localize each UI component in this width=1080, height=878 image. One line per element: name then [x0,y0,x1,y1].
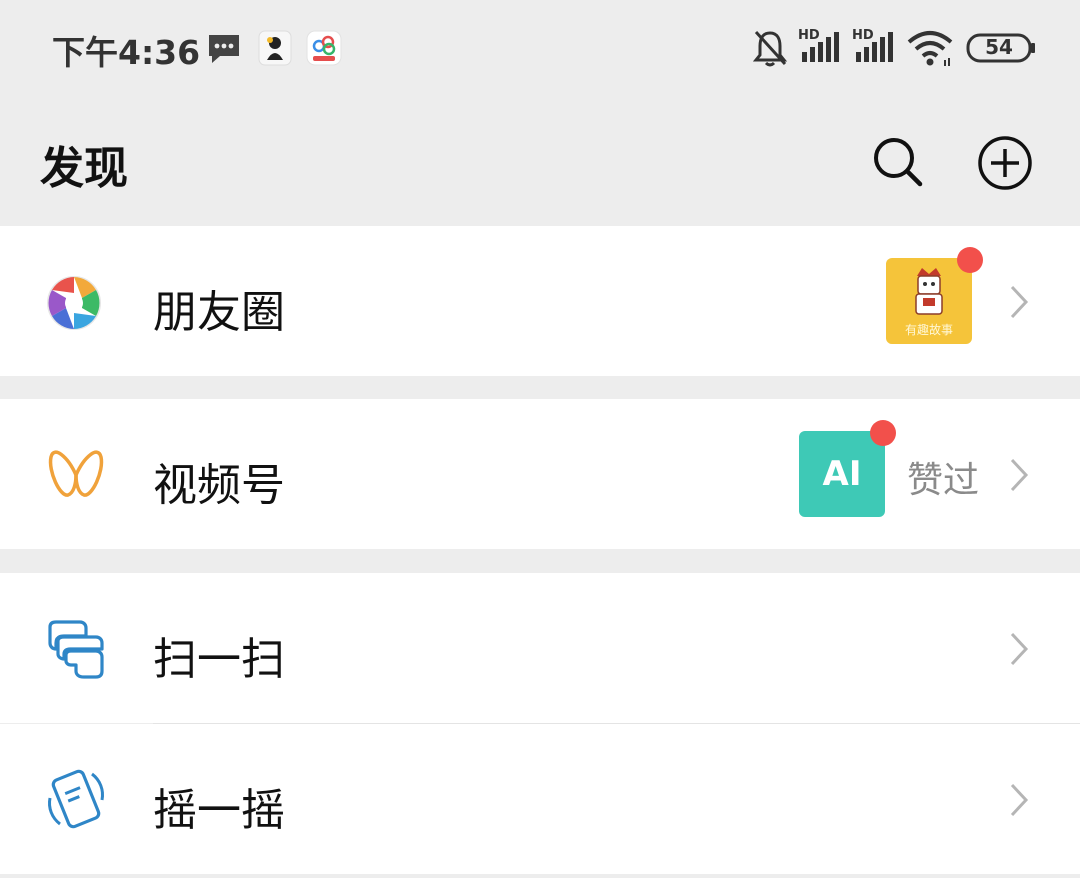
search-icon [874,138,923,187]
message-icon [209,35,239,63]
chevron-right-icon [1010,285,1029,319]
unread-badge [957,247,983,273]
unread-badge [870,420,896,446]
battery-icon: 54 [966,33,1036,63]
search-button[interactable] [870,134,926,190]
shake-icon [48,769,104,829]
bell-muted-icon [752,30,788,67]
menu-item-label: 视频号 [153,460,285,511]
channels-status-text: 赞过 [907,460,980,501]
thumbnail-caption: 有趣故事 [904,323,953,337]
add-circle-icon [978,136,1032,190]
channels-icon [48,450,104,497]
menu-item-label: 扫一扫 [153,634,285,685]
app-notification-icon [258,30,292,66]
character-image-icon [915,268,943,315]
moments-thumbnail: 有趣故事 [886,258,972,344]
cloud-app-icon [306,30,342,66]
menu-item-shake[interactable]: 摇一摇 [0,724,1080,874]
signal-icon: HD [852,28,894,64]
scan-icon [48,620,104,679]
chevron-right-icon [1010,632,1029,666]
menu-item-scan[interactable]: 扫一扫 [0,573,1080,723]
wifi-icon [907,31,953,66]
page-title: 发现 [40,143,128,194]
signal-icon: HD [798,28,840,64]
menu-item-label: 朋友圈 [153,287,285,338]
chevron-right-icon [1010,783,1029,817]
channels-thumbnail: AI [799,431,885,517]
battery-level: 54 [985,35,1013,59]
status-time: 下午4:36 [52,33,201,72]
chevron-right-icon [1010,458,1029,492]
add-button[interactable] [976,134,1034,192]
moments-aperture-icon [47,276,101,330]
status-bar: 下午4:36 HD HD 54 [0,0,1080,100]
menu-item-label: 摇一摇 [153,785,285,836]
